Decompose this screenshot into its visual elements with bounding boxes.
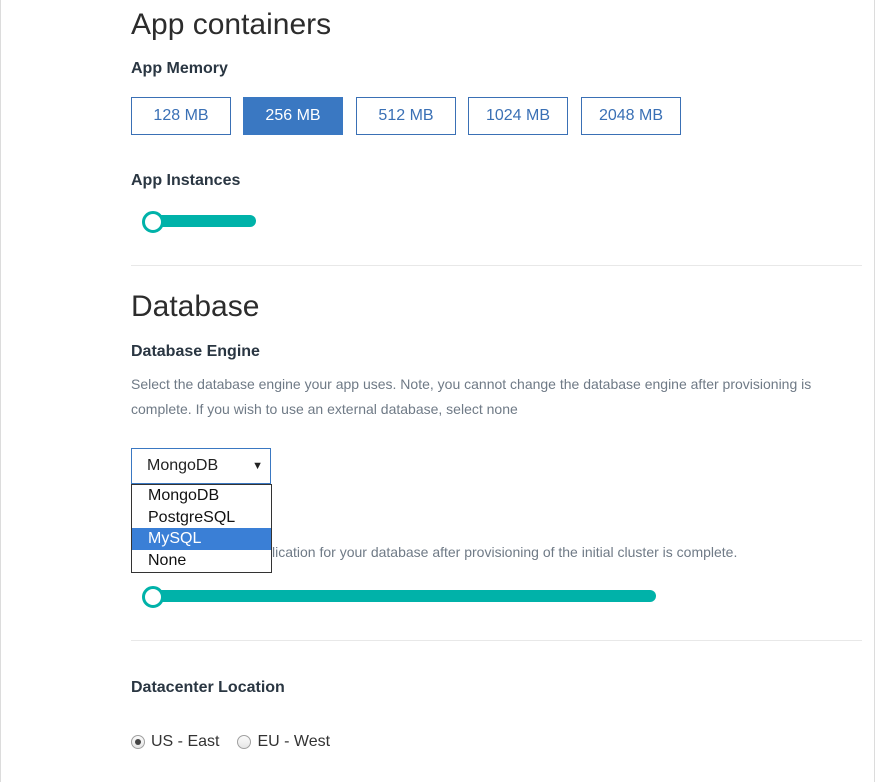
database-title: Database (131, 290, 260, 323)
database-engine-selected-value: MongoDB (147, 457, 219, 474)
dropdown-option-none[interactable]: None (132, 550, 271, 572)
radio-label-eu-west[interactable]: EU - West (257, 733, 330, 751)
radio-eu-west[interactable] (237, 735, 252, 749)
slider-handle[interactable] (142, 211, 164, 233)
radio-us-east[interactable] (131, 735, 145, 749)
slider-track[interactable] (144, 590, 656, 602)
section-divider (131, 640, 862, 641)
dropdown-option-postgresql[interactable]: PostgreSQL (132, 507, 271, 529)
app-instances-label: App Instances (131, 172, 241, 189)
database-engine-select[interactable]: MongoDB ▼ (131, 448, 271, 484)
memory-option-512[interactable]: 512 MB (356, 97, 456, 135)
replication-description: lication for your database after provisi… (272, 544, 738, 560)
dropdown-option-mongodb[interactable]: MongoDB (132, 485, 271, 507)
datacenter-options: US - East EU - West (131, 733, 330, 751)
section-divider (131, 265, 862, 266)
memory-option-2048[interactable]: 2048 MB (581, 97, 681, 135)
dropdown-option-mysql[interactable]: MySQL (132, 528, 271, 550)
app-memory-label: App Memory (131, 60, 228, 77)
datacenter-location-label: Datacenter Location (131, 679, 285, 696)
database-engine-description: Select the database engine your app uses… (131, 376, 812, 417)
memory-option-256[interactable]: 256 MB (243, 97, 343, 135)
app-containers-title: App containers (131, 8, 332, 41)
window-right-border (874, 0, 875, 782)
slider-handle[interactable] (142, 586, 164, 608)
database-engine-dropdown: MongoDB PostgreSQL MySQL None (131, 484, 272, 573)
memory-option-1024[interactable]: 1024 MB (468, 97, 568, 135)
app-instances-slider[interactable] (142, 211, 256, 233)
window-left-border (0, 0, 1, 782)
replication-slider[interactable] (142, 586, 656, 608)
dropdown-arrow-icon: ▼ (252, 460, 263, 472)
memory-option-128[interactable]: 128 MB (131, 97, 231, 135)
radio-label-us-east[interactable]: US - East (151, 733, 219, 751)
database-engine-label: Database Engine (131, 343, 260, 360)
